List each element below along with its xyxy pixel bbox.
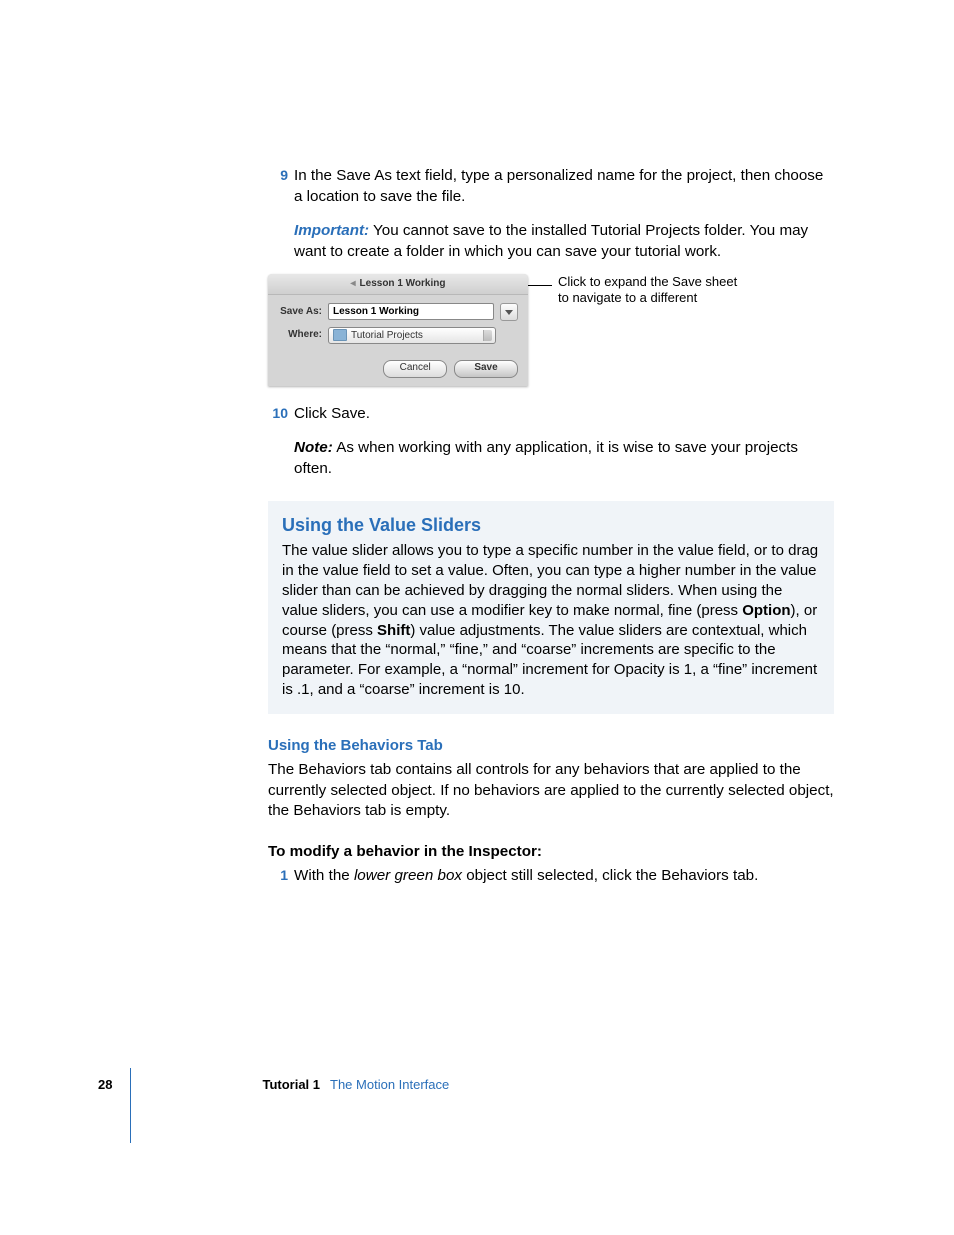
step-number: 10: [264, 404, 288, 423]
callout-line2: to navigate to a different: [558, 290, 697, 305]
note-text: As when working with any application, it…: [294, 439, 798, 477]
step-10: 10 Click Save.: [268, 404, 834, 425]
disclosure-button[interactable]: [500, 303, 518, 321]
save-as-row: Save As: Lesson 1 Working: [278, 303, 518, 321]
note-label: Note:: [294, 439, 333, 456]
important-label: Important:: [294, 222, 369, 239]
save-as-label: Save As:: [278, 305, 322, 319]
sidebar-body: The value slider allows you to type a sp…: [282, 541, 820, 699]
callout-line1: Click to expand the Save sheet: [558, 274, 737, 289]
important-text: You cannot save to the installed Tutoria…: [294, 222, 808, 260]
step-text: In the Save As text field, type a person…: [294, 167, 823, 205]
callout: Click to expand the Save sheet to naviga…: [558, 274, 778, 307]
sheet-title-text: Lesson 1 Working: [360, 278, 446, 289]
footer-chapter: The Motion Interface: [330, 1076, 449, 1094]
sidebar-heading: Using the Value Sliders: [282, 513, 820, 537]
where-row: Where: Tutorial Projects: [278, 327, 518, 344]
save-sheet-figure: ◂ Lesson 1 Working Save As: Lesson 1 Work…: [268, 274, 834, 386]
step1-post: object still selected, click the Behavio…: [462, 867, 758, 884]
step-9: 9 In the Save As text field, type a pers…: [268, 166, 834, 207]
step1-italic: lower green box: [354, 867, 462, 884]
where-label: Where:: [278, 328, 322, 342]
step-text: Click Save.: [294, 405, 370, 422]
modify-step-1: 1 With the lower green box object still …: [268, 866, 834, 887]
behaviors-heading: Using the Behaviors Tab: [268, 736, 834, 756]
save-sheet: ◂ Lesson 1 Working Save As: Lesson 1 Work…: [268, 274, 528, 386]
step-number: 1: [264, 866, 288, 885]
sheet-titlebar: ◂ Lesson 1 Working: [268, 274, 528, 295]
cancel-button[interactable]: Cancel: [383, 360, 447, 378]
footer-tutorial: Tutorial 1: [262, 1076, 320, 1094]
save-button[interactable]: Save: [454, 360, 518, 378]
where-value: Tutorial Projects: [351, 328, 423, 343]
page-number: 28: [98, 1076, 112, 1094]
callout-leader-line: [528, 285, 552, 286]
save-as-input[interactable]: Lesson 1 Working: [328, 303, 494, 320]
note-block: Note: As when working with any applicati…: [268, 438, 834, 479]
where-popup[interactable]: Tutorial Projects: [328, 327, 496, 344]
step-number: 9: [264, 166, 288, 185]
folder-icon: [333, 329, 347, 341]
behaviors-body: The Behaviors tab contains all controls …: [268, 760, 834, 822]
value-sliders-sidebar: Using the Value Sliders The value slider…: [268, 501, 834, 714]
modify-heading: To modify a behavior in the Inspector:: [268, 842, 834, 863]
back-arrow-icon: ◂: [351, 278, 356, 289]
page-footer: 28 Tutorial 1 The Motion Interface: [98, 1076, 449, 1094]
step1-pre: With the: [294, 867, 354, 884]
page-content: 9 In the Save As text field, type a pers…: [268, 166, 834, 901]
important-block: Important: You cannot save to the instal…: [268, 221, 834, 262]
